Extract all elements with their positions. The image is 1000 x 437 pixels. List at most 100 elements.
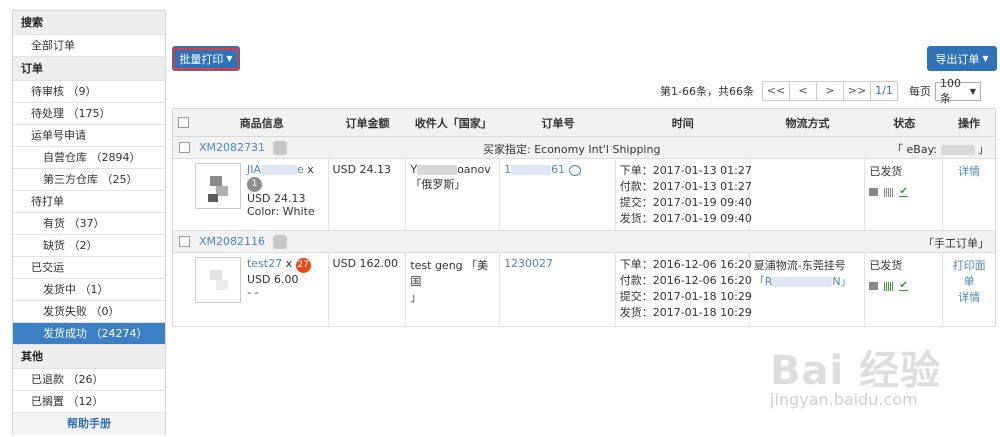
sidebar-item-shelved[interactable]: 已搁置 （12） xyxy=(13,391,165,413)
select-all-checkbox[interactable] xyxy=(178,117,190,128)
time-paid: 付款：2016-12-06 16:20 xyxy=(619,274,752,287)
sidebar-item-shipped[interactable]: 已交运 xyxy=(13,257,165,279)
tracking-number-link-end[interactable]: N」 xyxy=(832,275,851,288)
sidebar-item-shipping[interactable]: 发货中 （1） xyxy=(13,279,165,301)
export-orders-label: 导出订单 xyxy=(935,52,980,66)
check-icon[interactable]: ✔ xyxy=(899,281,908,291)
recipient-cell: test geng 「美国 」 xyxy=(406,253,501,326)
batch-print-label: 批量打印 xyxy=(179,52,224,66)
product-title-link[interactable]: JIA xyxy=(247,163,261,176)
product-thumbnail[interactable] xyxy=(194,163,241,209)
recipient-name: test geng xyxy=(410,259,463,272)
current-page: 1/1 xyxy=(869,81,898,101)
detail-link[interactable]: 详情 xyxy=(947,163,991,179)
time-cell: 下单：2016-12-06 16:20 付款：2016-12-06 16:20 … xyxy=(616,253,752,326)
order-header: XM2082116 「手工订单」 xyxy=(173,231,995,253)
quantity-badge: 1 xyxy=(246,177,262,192)
product-title-link-end[interactable]: e xyxy=(297,163,304,176)
sidebar-section-search: 搜索 xyxy=(13,11,165,35)
redacted-block xyxy=(260,165,297,175)
baidu-jingyan-watermark: Bai 经验 jingyan.baidu.com xyxy=(760,330,980,430)
col-header-order-no: 订单号 xyxy=(541,116,575,130)
sidebar-item-ship-success[interactable]: 发货成功 （24274） xyxy=(13,323,165,345)
barcode-icon[interactable] xyxy=(884,187,894,197)
order-checkbox[interactable] xyxy=(178,236,190,247)
export-orders-button[interactable]: 导出订单 ▼ xyxy=(927,46,997,71)
time-ordered: 下单：2016-12-06 16:20 xyxy=(619,258,752,271)
order-row: JIA e x 1 USD 24.13 Color: White USD 24.1… xyxy=(173,159,995,231)
sidebar-item-pending-review[interactable]: 待审核 （9） xyxy=(13,81,165,103)
sidebar-item-all-orders[interactable]: 全部订单 xyxy=(13,35,165,57)
order-number-link[interactable]: XM2082731 xyxy=(199,141,265,154)
time-submitted: 提交：2017-01-19 09:40 xyxy=(619,196,752,209)
order-id-cell: 1230027 xyxy=(500,253,616,326)
order-id-link[interactable]: 1 xyxy=(504,163,511,176)
per-page-value: 100条 xyxy=(939,76,961,105)
quantity-multiplier: x xyxy=(285,257,293,270)
watermark-logo-text: Bai 经验 xyxy=(770,348,942,394)
recipient-cell: Yoanov 「俄罗斯」 xyxy=(406,159,501,230)
print-label-link[interactable]: 打印面单 xyxy=(947,257,991,289)
buyer-shipping-note: 买家指定: Economy Int'l Shipping xyxy=(483,143,661,156)
col-header-recipient: 收件人「国家」 xyxy=(414,116,492,130)
sidebar-item-pending-print[interactable]: 待打单 xyxy=(13,191,165,213)
order-source-suffix: 」 xyxy=(978,143,989,156)
tracking-number-link[interactable]: 「R xyxy=(754,275,773,288)
chat-icon[interactable] xyxy=(568,164,581,176)
flag-icon[interactable] xyxy=(273,234,288,249)
operation-cell: 详情 xyxy=(943,159,995,230)
per-page-select[interactable]: 100条 ▼ xyxy=(934,77,981,105)
order-id-link[interactable]: 1230027 xyxy=(504,257,553,270)
caret-down-icon: ▼ xyxy=(226,54,233,63)
sidebar-section-orders: 订单 xyxy=(13,57,165,81)
order-id-link-end[interactable]: 61 xyxy=(551,163,565,176)
order-row: test27 x 27 USD 6.00 - - USD 162.00 test… xyxy=(173,253,995,327)
per-page-label: 每页 xyxy=(908,85,931,98)
sidebar-item-out-of-stock[interactable]: 缺货 （2） xyxy=(13,235,165,257)
logistics-cell xyxy=(750,159,866,230)
last-page-button[interactable]: >> xyxy=(842,81,871,101)
print-icon[interactable] xyxy=(869,282,879,290)
recipient-name-end: oanov xyxy=(457,163,491,176)
status-text: 已发货 xyxy=(869,259,903,272)
sidebar-item-waybill-apply[interactable]: 运单号申请 xyxy=(13,125,165,147)
flag-icon[interactable] xyxy=(273,140,288,155)
time-paid: 付款：2017-01-13 01:27 xyxy=(619,180,752,193)
product-thumbnail[interactable] xyxy=(194,257,241,303)
batch-print-button[interactable]: 批量打印 ▼ xyxy=(172,46,240,71)
sidebar-item-third-warehouse[interactable]: 第三方仓库 （25） xyxy=(13,169,165,191)
caret-down-icon: ▼ xyxy=(982,54,989,63)
watermark-url: jingyan.baidu.com xyxy=(770,390,918,409)
redacted-block xyxy=(772,277,833,287)
product-extra: - - xyxy=(246,286,259,299)
help-manual-link[interactable]: 帮助手册 xyxy=(13,413,165,435)
check-icon[interactable]: ✔ xyxy=(899,187,908,197)
barcode-icon[interactable] xyxy=(884,281,894,291)
sidebar-item-refunded[interactable]: 已退款 （26） xyxy=(13,369,165,391)
sidebar-item-in-stock[interactable]: 有货 （37） xyxy=(13,213,165,235)
order-source: 「 eBay: 」 xyxy=(892,141,989,157)
time-ordered: 下单：2017-01-13 01:27 xyxy=(619,164,752,177)
product-title-link[interactable]: test27 xyxy=(247,257,282,270)
print-icon[interactable] xyxy=(869,188,879,196)
first-page-button[interactable]: << xyxy=(761,81,790,101)
redacted-block xyxy=(417,165,458,175)
status-cell: 已发货 ✔ xyxy=(865,159,944,230)
order-management-page: 搜索 全部订单 订单 待审核 （9） 待处理 （175） 运单号申请 自营仓库 … xyxy=(0,0,1000,437)
col-header-amount: 订单金额 xyxy=(345,116,390,130)
order-number-link[interactable]: XM2082116 xyxy=(199,235,265,248)
sidebar-item-own-warehouse[interactable]: 自营仓库 （2894） xyxy=(13,147,165,169)
redacted-block xyxy=(511,165,552,175)
detail-link[interactable]: 详情 xyxy=(947,289,991,305)
batch-print-highlight: 批量打印 ▼ xyxy=(173,47,239,70)
prev-page-button[interactable]: < xyxy=(788,81,817,101)
time-shipped: 发货：2017-01-18 10:29 xyxy=(619,306,752,319)
sidebar-item-ship-failed[interactable]: 发货失败 （0） xyxy=(13,301,165,323)
sidebar-item-pending-process[interactable]: 待处理 （175） xyxy=(13,103,165,125)
pagination-info: 第1-66条，共66条 xyxy=(660,85,754,98)
order-header: XM2082731 买家指定: Economy Int'l Shipping 「… xyxy=(173,137,995,159)
col-header-goods: 商品信息 xyxy=(239,116,284,130)
quantity-multiplier: x xyxy=(307,163,314,176)
order-checkbox[interactable] xyxy=(178,142,190,153)
next-page-button[interactable]: > xyxy=(815,81,844,101)
